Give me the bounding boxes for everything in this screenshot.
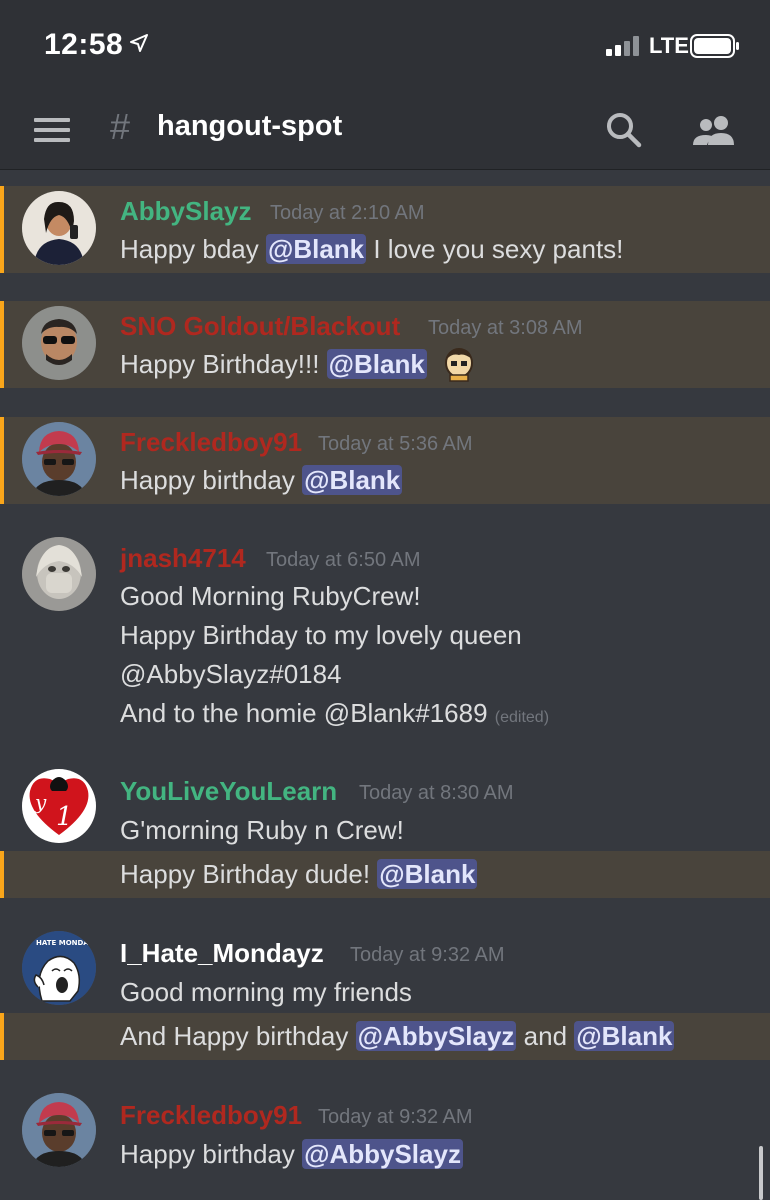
message-item-continuation[interactable]: And Happy birthday @AbbySlayz and @Blank: [0, 1013, 770, 1060]
user-mention[interactable]: @Blank: [377, 859, 478, 889]
status-bar: 12:58 LTE: [0, 0, 770, 90]
members-icon[interactable]: [692, 114, 736, 146]
message-text: Happy Birthday!!! @Blank: [120, 349, 427, 380]
scrollbar[interactable]: [759, 1146, 763, 1200]
message-list[interactable]: AbbySlayz Today at 2:10 AM Happy bday @B…: [0, 171, 770, 1200]
message-text: Happy Birthday to my lovely queen: [120, 620, 522, 650]
message-timestamp: Today at 6:50 AM: [266, 549, 421, 571]
message-text: And to the homie @Blank#1689 (edited): [120, 698, 549, 729]
message-text-segment: Happy bday: [120, 234, 266, 264]
hash-icon: #: [110, 106, 131, 147]
menu-icon[interactable]: [34, 116, 70, 144]
avatar[interactable]: [22, 306, 96, 380]
message-item[interactable]: SNO Goldout/Blackout Today at 3:08 AM Ha…: [0, 301, 770, 388]
message-text-segment: and: [516, 1021, 575, 1051]
message-text: Good morning my friends: [120, 977, 412, 1007]
message-text-segment: And to the homie @Blank#1689: [120, 698, 488, 728]
message-text: Happy birthday @AbbySlayz: [120, 1139, 463, 1170]
signal-bars-icon: [606, 36, 639, 56]
svg-text:1: 1: [56, 802, 73, 832]
user-mention[interactable]: @Blank: [326, 349, 427, 379]
channel-title: hangout-spot: [157, 110, 343, 142]
avatar[interactable]: [22, 191, 96, 265]
message-text-segment: Happy birthday: [120, 465, 303, 495]
message-author[interactable]: jnash4714: [120, 543, 246, 574]
edited-label: (edited): [494, 709, 550, 726]
message-item[interactable]: jnash4714 Today at 6:50 AM Good Morning …: [0, 529, 770, 734]
user-mention[interactable]: @AbbySlayz: [355, 1021, 517, 1051]
message-author[interactable]: YouLiveYouLearn: [120, 776, 337, 807]
user-mention[interactable]: @AbbySlayz: [302, 1139, 463, 1169]
channel-header: # hangout-spot: [0, 90, 770, 170]
message-text: Happy bday @Blank I love you sexy pants!: [120, 234, 623, 265]
status-time: 12:58: [44, 28, 124, 61]
message-item[interactable]: y 1 YouLiveYouLearn Today at 8:30 AM G'm…: [0, 761, 770, 851]
message-text: And Happy birthday @AbbySlayz and @Blank: [120, 1021, 675, 1052]
message-timestamp: Today at 2:10 AM: [270, 202, 425, 224]
message-timestamp: Today at 3:08 AM: [428, 317, 583, 339]
message-text: Good Morning RubyCrew!: [120, 581, 421, 611]
message-text-segment: Happy birthday: [120, 1139, 303, 1169]
message-timestamp: Today at 9:32 AM: [350, 944, 505, 966]
message-text-segment: Happy Birthday dude!: [120, 859, 378, 889]
svg-text:y: y: [34, 790, 47, 814]
message-author[interactable]: AbbySlayz: [120, 196, 252, 227]
message-author[interactable]: SNO Goldout/Blackout: [120, 311, 400, 342]
custom-emoji-icon: [445, 348, 473, 382]
message-item[interactable]: AbbySlayz Today at 2:10 AM Happy bday @B…: [0, 186, 770, 273]
message-item-continuation[interactable]: Happy Birthday dude! @Blank: [0, 851, 770, 898]
avatar-image: [22, 537, 96, 611]
user-mention[interactable]: @Blank: [574, 1021, 675, 1051]
message-timestamp: Today at 5:36 AM: [318, 433, 473, 455]
avatar-image: [22, 191, 96, 265]
avatar[interactable]: [22, 537, 96, 611]
message-item[interactable]: Freckledboy91 Today at 9:32 AM Happy bir…: [0, 1085, 770, 1175]
message-text-segment: I love you sexy pants!: [366, 234, 624, 264]
battery-icon: [690, 34, 739, 58]
message-text-segment: Happy Birthday!!!: [120, 349, 327, 379]
search-icon[interactable]: [606, 112, 642, 148]
message-text-segment: And Happy birthday: [120, 1021, 356, 1051]
user-mention[interactable]: @Blank: [302, 465, 403, 495]
location-arrow-icon: [130, 34, 148, 52]
message-item[interactable]: Freckledboy91 Today at 5:36 AM Happy bir…: [0, 417, 770, 504]
avatar-image: [22, 306, 96, 380]
message-author[interactable]: Freckledboy91: [120, 427, 302, 458]
message-text: @AbbySlayz#0184: [120, 659, 342, 689]
message-text: Happy Birthday dude! @Blank: [120, 859, 478, 890]
avatar[interactable]: y 1: [22, 769, 96, 843]
message-author[interactable]: I_Hate_Mondayz: [120, 938, 324, 969]
network-label: LTE: [649, 33, 689, 58]
avatar[interactable]: HATE MONDAYS: [22, 931, 96, 1005]
avatar-image: [22, 422, 96, 496]
message-author[interactable]: Freckledboy91: [120, 1100, 302, 1131]
avatar-image: y 1: [22, 769, 96, 843]
avatar-image: HATE MONDAYS: [22, 931, 96, 1005]
message-item[interactable]: HATE MONDAYS I_Hate_Mondayz Today at 9:3…: [0, 923, 770, 1013]
avatar[interactable]: [22, 1093, 96, 1167]
message-text: Happy birthday @Blank: [120, 465, 403, 496]
avatar-caption: HATE MONDAYS: [36, 939, 96, 947]
user-mention[interactable]: @Blank: [265, 234, 367, 264]
avatar-image: [22, 1093, 96, 1167]
message-timestamp: Today at 8:30 AM: [359, 782, 514, 804]
message-text: G'morning Ruby n Crew!: [120, 815, 404, 845]
avatar[interactable]: [22, 422, 96, 496]
message-timestamp: Today at 9:32 AM: [318, 1106, 473, 1128]
